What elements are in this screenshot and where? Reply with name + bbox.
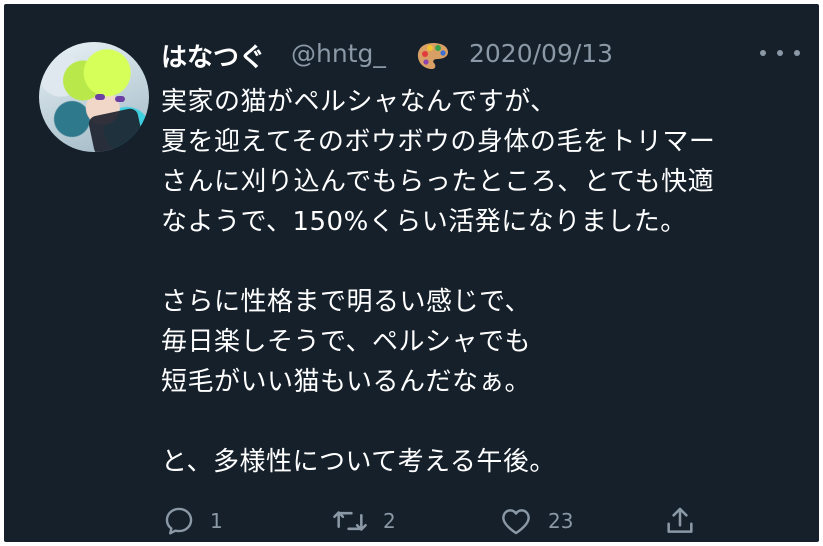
more-options-icon[interactable]	[760, 40, 800, 66]
tweet-line: なようで、150%くらい活発になりました。	[161, 207, 687, 237]
share-button[interactable]	[663, 504, 697, 538]
like-icon	[502, 509, 530, 535]
tweet-card: はなつぐ @hntg_ 2020/09/13 実家の猫がペルシャなんですが、 夏…	[4, 4, 819, 542]
user-handle[interactable]: @hntg_	[291, 39, 386, 68]
tweet-actions: 1 2 23	[4, 504, 819, 544]
artist-palette-icon	[417, 43, 448, 69]
tweet-date[interactable]: 2020/09/13	[469, 39, 613, 68]
tweet-line	[161, 402, 811, 442]
reply-icon	[165, 507, 193, 535]
tweet-line: 夏を迎えてそのボウボウの身体の毛をトリマー	[161, 127, 716, 157]
retweet-count: 2	[383, 509, 396, 533]
tweet-line: 毎日楽しそうで、ペルシャでも	[161, 327, 531, 357]
tweet-line	[161, 242, 811, 282]
tweet-line: さらに性格まで明るい感じで、	[161, 287, 531, 317]
reply-button[interactable]: 1	[162, 504, 223, 538]
like-count: 23	[548, 509, 574, 533]
like-button[interactable]: 23	[498, 504, 573, 538]
display-name[interactable]: はなつぐ	[161, 37, 265, 74]
retweet-button[interactable]: 2	[331, 504, 396, 538]
avatar-detail	[95, 94, 105, 100]
tweet-line: さんに刈り込んでもらったところ、とても快適	[161, 167, 715, 197]
retweet-icon	[333, 511, 367, 531]
reply-count: 1	[210, 509, 223, 533]
share-icon	[667, 507, 693, 533]
avatar[interactable]	[39, 42, 149, 152]
tweet-text: 実家の猫がペルシャなんですが、 夏を迎えてそのボウボウの身体の毛をトリマー さん…	[161, 82, 811, 482]
tweet-line: 実家の猫がペルシャなんですが、	[161, 87, 557, 117]
tweet-line: と、多様性について考える午後。	[161, 447, 556, 477]
avatar-detail	[87, 107, 145, 152]
tweet-line: 短毛がいい猫もいるんだなぁ。	[161, 367, 531, 397]
avatar-detail	[115, 96, 125, 102]
